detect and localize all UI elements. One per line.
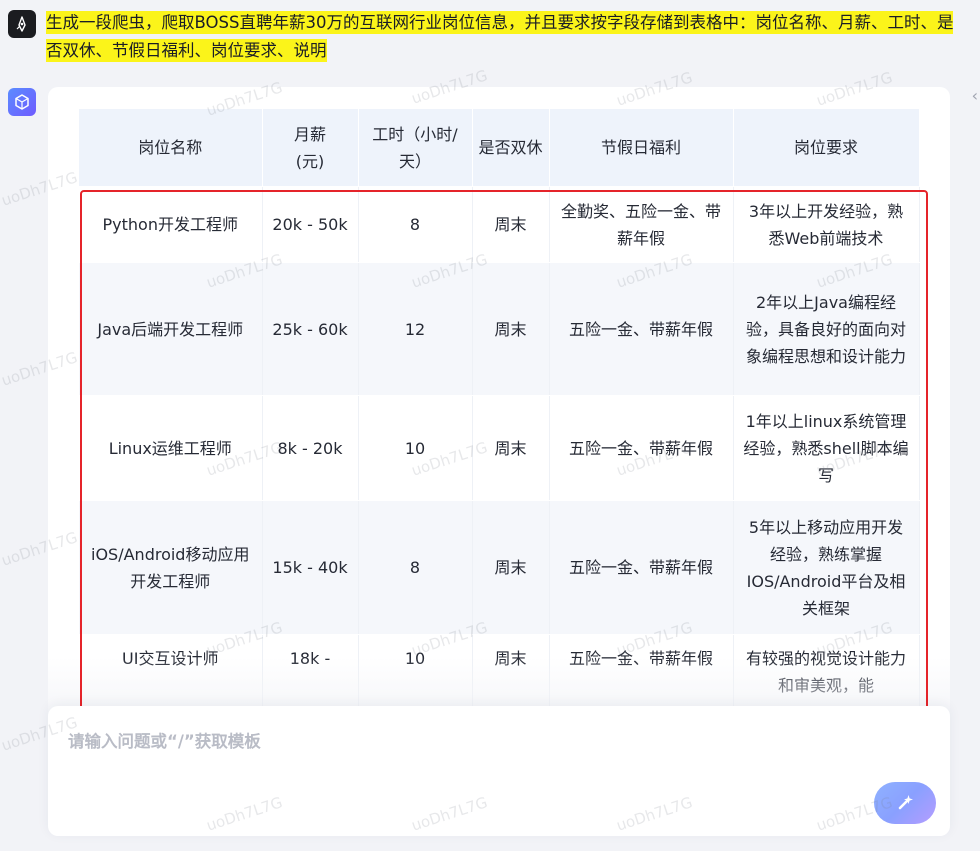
cell-requirements: 3年以上开发经验，熟悉Web前端技术 xyxy=(733,186,920,263)
header-weekend-off: 是否双休 xyxy=(472,109,550,187)
table-row: Python开发工程师 20k - 50k 8 周末 全勤奖、五险一金、带薪年假… xyxy=(79,186,920,263)
table-row: Java后端开发工程师 25k - 60k 12 周末 五险一金、带薪年假 2年… xyxy=(79,262,920,396)
cell-requirements: 1年以上linux系统管理经验，熟悉shell脚本编写 xyxy=(733,395,920,501)
cube-logo-icon xyxy=(15,94,29,110)
table-row: Linux运维工程师 8k - 20k 10 周末 五险一金、带薪年假 1年以上… xyxy=(79,395,920,501)
user-message-text: 生成一段爬虫，爬取BOSS直聘年薪30万的互联网行业岗位信息，并且要求按字段存储… xyxy=(46,11,954,62)
cell-hours: 8 xyxy=(358,186,473,263)
cell-hours: 12 xyxy=(358,262,473,396)
cell-weekend: 周末 xyxy=(472,262,550,396)
cell-weekend: 周末 xyxy=(472,186,550,263)
cell-job-title: Java后端开发工程师 xyxy=(79,262,263,396)
ink-pen-icon xyxy=(16,16,26,32)
cell-benefits: 五险一金、带薪年假 xyxy=(549,395,734,501)
cell-job-title: iOS/Android移动应用开发工程师 xyxy=(79,500,263,635)
cell-benefits: 五险一金、带薪年假 xyxy=(549,262,734,396)
cell-weekend: 周末 xyxy=(472,500,550,635)
cell-salary: 8k - 20k xyxy=(262,395,359,501)
header-job-title: 岗位名称 xyxy=(79,109,263,187)
cell-benefits: 全勤奖、五险一金、带薪年假 xyxy=(549,186,734,263)
sparkle-send-icon xyxy=(898,795,913,810)
cell-requirements: 5年以上移动应用开发经验，熟练掌握IOS/Android平台及相关框架 xyxy=(733,500,920,635)
cell-salary: 25k - 60k xyxy=(262,262,359,396)
cell-weekend: 周末 xyxy=(472,395,550,501)
cell-hours: 8 xyxy=(358,500,473,635)
send-button[interactable] xyxy=(874,782,936,824)
header-job-requirements: 岗位要求 xyxy=(733,109,920,187)
cell-requirements: 2年以上Java编程经验，具备良好的面向对象编程思想和设计能力 xyxy=(733,262,920,396)
header-holiday-benefits: 节假日福利 xyxy=(549,109,734,187)
chevron-left-icon[interactable]: ‹ xyxy=(972,86,978,106)
table-row: iOS/Android移动应用开发工程师 15k - 40k 8 周末 五险一金… xyxy=(79,500,920,635)
cell-salary: 20k - 50k xyxy=(262,186,359,263)
assistant-answer-card: 岗位名称 月薪 (元) 工时（小时/天） 是否双休 节假日福利 岗位要求 Pyt… xyxy=(48,87,950,727)
header-work-hours: 工时（小时/天） xyxy=(358,109,473,187)
chat-input[interactable] xyxy=(66,726,890,790)
user-avatar xyxy=(8,10,36,38)
job-table: 岗位名称 月薪 (元) 工时（小时/天） 是否双休 节假日福利 岗位要求 Pyt… xyxy=(79,109,920,727)
cell-job-title: Python开发工程师 xyxy=(79,186,263,263)
chat-input-panel xyxy=(48,706,950,836)
cell-hours: 10 xyxy=(358,395,473,501)
cell-salary: 15k - 40k xyxy=(262,500,359,635)
header-monthly-salary: 月薪 (元) xyxy=(262,109,359,187)
assistant-avatar xyxy=(8,88,36,116)
cell-job-title: Linux运维工程师 xyxy=(79,395,263,501)
user-message: 生成一段爬虫，爬取BOSS直聘年薪30万的互联网行业岗位信息，并且要求按字段存储… xyxy=(46,9,956,65)
table-header-row: 岗位名称 月薪 (元) 工时（小时/天） 是否双休 节假日福利 岗位要求 xyxy=(79,109,920,187)
cell-benefits: 五险一金、带薪年假 xyxy=(549,500,734,635)
